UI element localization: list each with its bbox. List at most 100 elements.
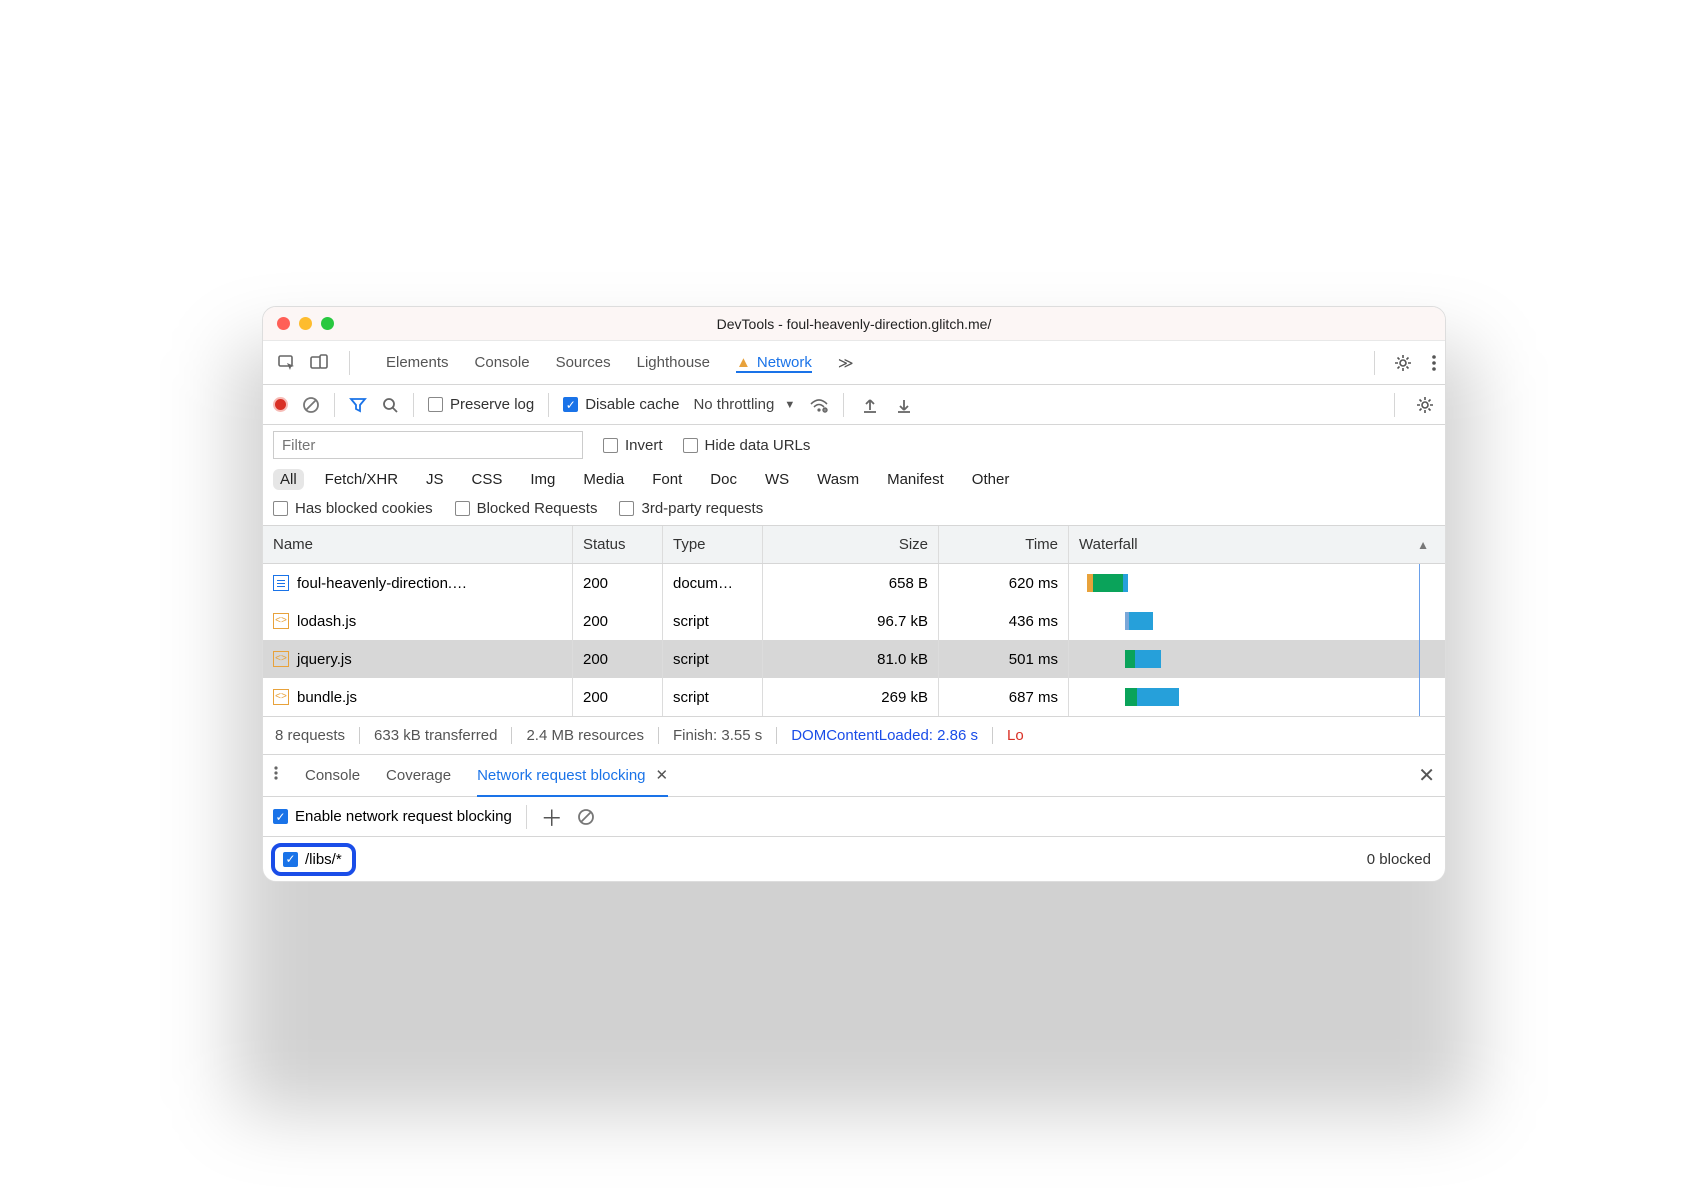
drawer-tab-blocking[interactable]: Network request blocking ✕ — [477, 756, 668, 797]
script-icon: <> — [273, 689, 289, 705]
drawer-tab-coverage[interactable]: Coverage — [386, 755, 451, 796]
preserve-log-checkbox[interactable]: Preserve log — [428, 396, 534, 413]
filter-type-all[interactable]: All — [273, 469, 304, 490]
waterfall-cell — [1069, 678, 1445, 716]
finish-time: Finish: 3.55 s — [659, 727, 777, 744]
disable-cache-checkbox[interactable]: ✓Disable cache — [563, 396, 679, 413]
enable-blocking-checkbox[interactable]: ✓Enable network request blocking — [273, 808, 512, 825]
filter-type-manifest[interactable]: Manifest — [880, 469, 951, 490]
waterfall-cell — [1069, 564, 1445, 602]
filter-input[interactable] — [273, 431, 583, 459]
invert-checkbox[interactable]: Invert — [603, 437, 663, 454]
tab-network[interactable]: ▲ Network — [736, 354, 812, 373]
col-name[interactable]: Name — [263, 526, 573, 563]
request-status: 200 — [583, 651, 608, 668]
request-status: 200 — [583, 575, 608, 592]
record-button[interactable] — [273, 397, 288, 412]
network-settings-icon[interactable] — [1415, 395, 1435, 415]
drawer-tabs: Console Coverage Network request blockin… — [263, 755, 1445, 797]
settings-icon[interactable] — [1393, 353, 1413, 373]
col-waterfall[interactable]: Waterfall▲ — [1069, 526, 1445, 563]
tab-console[interactable]: Console — [475, 354, 530, 371]
col-time[interactable]: Time — [939, 526, 1069, 563]
titlebar: DevTools - foul-heavenly-direction.glitc… — [263, 307, 1445, 341]
clear-patterns-icon[interactable] — [577, 808, 595, 826]
filter-type-wasm[interactable]: Wasm — [810, 469, 866, 490]
search-icon[interactable] — [381, 396, 399, 414]
close-drawer-icon[interactable]: ✕ — [1418, 763, 1435, 788]
requests-count: 8 requests — [275, 727, 360, 744]
table-row[interactable]: foul-heavenly-direction.…200docum…658 B6… — [263, 564, 1445, 602]
panel-tabs: Elements Console Sources Lighthouse ▲ Ne… — [386, 354, 854, 372]
request-name: lodash.js — [297, 613, 356, 630]
blocked-requests-checkbox[interactable]: Blocked Requests — [455, 500, 598, 517]
filter-type-doc[interactable]: Doc — [703, 469, 744, 490]
tab-sources[interactable]: Sources — [556, 354, 611, 371]
filter-type-img[interactable]: Img — [523, 469, 562, 490]
export-har-icon[interactable] — [896, 396, 912, 414]
request-time: 620 ms — [1009, 575, 1058, 592]
filter-type-other[interactable]: Other — [965, 469, 1017, 490]
col-type[interactable]: Type — [663, 526, 763, 563]
has-blocked-cookies-checkbox[interactable]: Has blocked cookies — [273, 500, 433, 517]
request-time: 501 ms — [1009, 651, 1058, 668]
request-type: docum… — [673, 575, 733, 592]
waterfall-cell — [1069, 602, 1445, 640]
filter-type-fetch[interactable]: Fetch/XHR — [318, 469, 405, 490]
filter-toggle-icon[interactable] — [349, 396, 367, 414]
filter-type-media[interactable]: Media — [576, 469, 631, 490]
devtools-window: DevTools - foul-heavenly-direction.glitc… — [262, 306, 1446, 882]
device-toolbar-icon[interactable] — [309, 353, 329, 373]
pattern-checkbox[interactable]: ✓/libs/* — [283, 851, 342, 868]
top-tabstrip: Elements Console Sources Lighthouse ▲ Ne… — [263, 341, 1445, 385]
request-size: 81.0 kB — [877, 651, 928, 668]
third-party-checkbox[interactable]: 3rd-party requests — [619, 500, 763, 517]
table-row[interactable]: <> bundle.js 200 script 269 kB 687 ms — [263, 678, 1445, 716]
request-time: 687 ms — [1009, 689, 1058, 706]
load-time: Lo — [993, 727, 1024, 744]
clear-icon[interactable] — [302, 396, 320, 414]
inspect-element-icon[interactable] — [277, 353, 297, 373]
warning-icon: ▲ — [736, 354, 751, 371]
table-row[interactable]: <>lodash.js200script96.7 kB436 ms — [263, 602, 1445, 640]
table-header: Name Status Type Size Time Waterfall▲ — [263, 526, 1445, 564]
request-time: 436 ms — [1009, 613, 1058, 630]
waterfall-cell — [1069, 640, 1445, 678]
tab-lighthouse[interactable]: Lighthouse — [637, 354, 710, 371]
status-bar: 8 requests 633 kB transferred 2.4 MB res… — [263, 717, 1445, 755]
script-icon: <> — [273, 613, 289, 629]
filter-types: All Fetch/XHR JS CSS Img Media Font Doc … — [273, 469, 1435, 490]
resources-size: 2.4 MB resources — [512, 727, 659, 744]
filter-type-css[interactable]: CSS — [465, 469, 510, 490]
import-har-icon[interactable] — [862, 396, 878, 414]
chevron-down-icon: ▼ — [784, 399, 795, 411]
sort-indicator-icon: ▲ — [1417, 538, 1429, 552]
throttling-select[interactable]: No throttling ▼ — [693, 396, 795, 413]
close-tab-icon[interactable]: ✕ — [656, 766, 669, 784]
add-pattern-icon[interactable]: ＋ — [541, 801, 563, 833]
filter-type-font[interactable]: Font — [645, 469, 689, 490]
filter-type-ws[interactable]: WS — [758, 469, 796, 490]
kebab-menu-icon[interactable] — [1431, 353, 1437, 373]
drawer-tab-console[interactable]: Console — [305, 755, 360, 796]
network-table: Name Status Type Size Time Waterfall▲ fo… — [263, 526, 1445, 717]
request-type: script — [673, 689, 709, 706]
filter-type-js[interactable]: JS — [419, 469, 451, 490]
col-status[interactable]: Status — [573, 526, 663, 563]
tab-elements[interactable]: Elements — [386, 354, 449, 371]
request-status: 200 — [583, 689, 608, 706]
request-type: script — [673, 651, 709, 668]
drawer-toolbar: ✓Enable network request blocking ＋ — [263, 797, 1445, 837]
request-size: 269 kB — [881, 689, 928, 706]
drawer-more-icon[interactable] — [273, 763, 279, 788]
request-status: 200 — [583, 613, 608, 630]
col-size[interactable]: Size — [763, 526, 939, 563]
blocked-count: 0 blocked — [1367, 851, 1431, 868]
network-conditions-icon[interactable] — [809, 396, 829, 414]
hide-data-urls-checkbox[interactable]: Hide data URLs — [683, 437, 811, 454]
more-tabs-icon[interactable]: ≫ — [838, 354, 854, 372]
script-icon: <> — [273, 651, 289, 667]
request-name: bundle.js — [297, 689, 357, 706]
table-row[interactable]: <>jquery.js200script81.0 kB501 ms — [263, 640, 1445, 678]
request-size: 658 B — [889, 575, 928, 592]
